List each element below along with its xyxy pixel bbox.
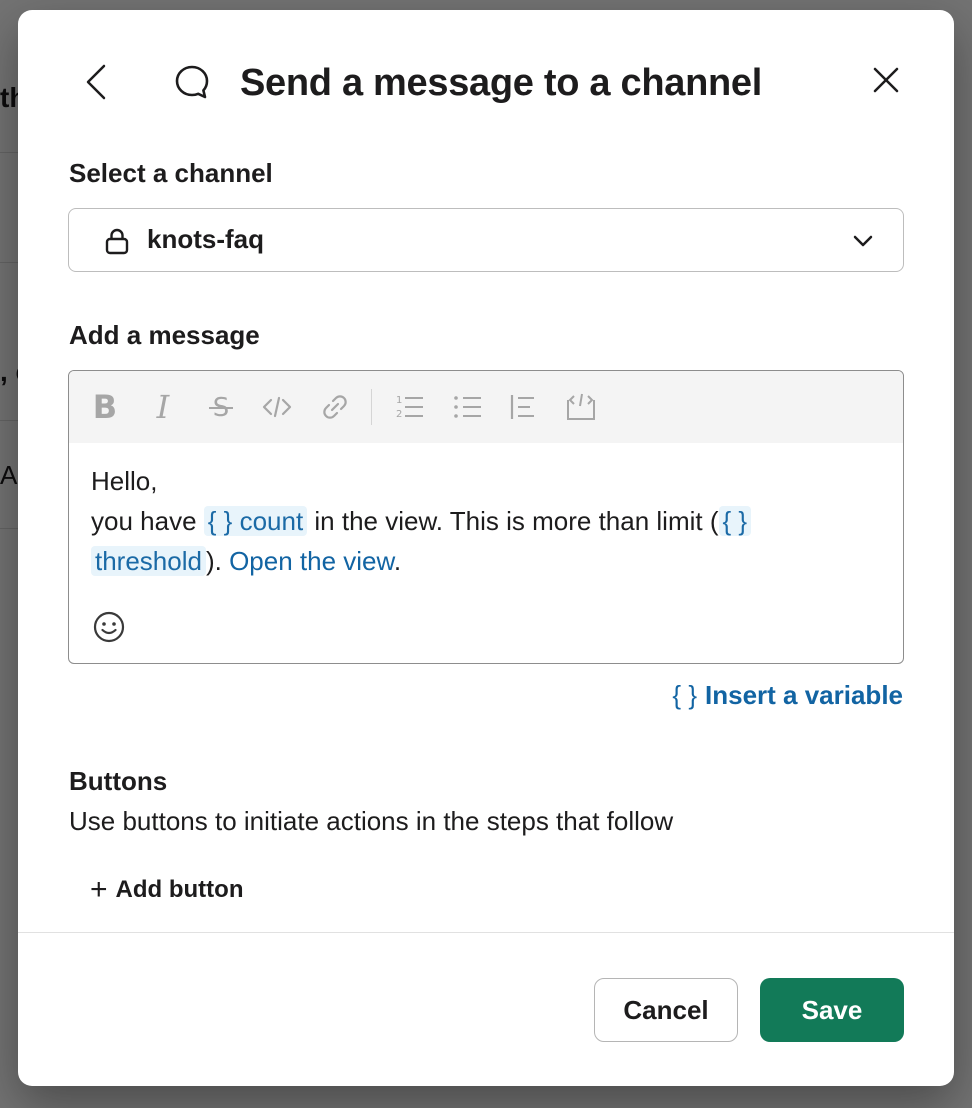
chevron-down-icon [853, 235, 873, 247]
chevron-left-icon [86, 64, 106, 100]
modal-title: Send a message to a channel [240, 62, 762, 104]
channel-select[interactable]: knots-faq [68, 208, 904, 272]
plus-icon: + [90, 873, 108, 906]
message-text: ). [205, 546, 230, 576]
add-button-label: Add button [115, 876, 244, 903]
modal-header: Send a message to a channel [18, 10, 954, 160]
lock-icon [105, 228, 129, 255]
message-text: . [393, 546, 402, 576]
blockquote-icon[interactable] [505, 389, 541, 425]
open-view-link[interactable]: Open the view [229, 546, 394, 576]
back-button[interactable] [76, 60, 116, 104]
svg-text:2: 2 [396, 409, 402, 420]
add-button[interactable]: + Add button [90, 873, 244, 906]
code-icon[interactable] [259, 389, 295, 425]
insert-variable-button[interactable]: { } Insert a variable [672, 680, 903, 711]
close-button[interactable] [864, 58, 908, 102]
message-bubble-icon [172, 62, 212, 102]
bold-icon[interactable]: B [87, 388, 123, 426]
formatting-toolbar: B I S 12 [69, 371, 903, 443]
link-icon[interactable] [317, 389, 353, 425]
variable-count-chip[interactable]: { } count [203, 506, 308, 536]
emoji-button[interactable] [91, 609, 127, 645]
cancel-button[interactable]: Cancel [594, 978, 738, 1042]
insert-variable-label: Insert a variable [705, 680, 903, 710]
buttons-section-title: Buttons [69, 766, 168, 796]
message-body[interactable]: Hello, you have { } count in the view. T… [91, 461, 891, 581]
message-label: Add a message [69, 320, 260, 350]
strikethrough-icon[interactable]: S [203, 389, 239, 425]
ordered-list-icon[interactable]: 12 [391, 389, 427, 425]
message-greeting: Hello, [91, 466, 158, 496]
buttons-section-description: Use buttons to initiate actions in the s… [69, 806, 674, 836]
channel-label: Select a channel [69, 158, 273, 188]
italic-icon[interactable]: I [145, 388, 181, 426]
send-message-modal: Send a message to a channel Select a cha… [18, 10, 954, 1086]
smiley-icon [93, 611, 125, 643]
save-button[interactable]: Save [760, 978, 904, 1042]
message-line: threshold). Open the view. [91, 541, 891, 581]
toolbar-divider [371, 389, 372, 425]
svg-text:1: 1 [396, 395, 402, 406]
close-icon [873, 67, 899, 93]
bullet-list-icon[interactable] [449, 389, 485, 425]
variable-threshold-chip-name[interactable]: threshold [91, 546, 206, 576]
variable-braces-icon: { } [672, 680, 697, 710]
message-text: you have [91, 506, 204, 536]
footer-divider [18, 932, 954, 933]
channel-select-value: knots-faq [147, 224, 264, 254]
message-line: you have { } count in the view. This is … [91, 501, 891, 541]
variable-threshold-chip[interactable]: { } [718, 506, 752, 536]
message-editor[interactable]: B I S 12 Hello, you have {} count in th… [68, 370, 904, 664]
code-block-icon[interactable] [563, 389, 599, 425]
message-text: in the view. This is more than limit ( [307, 506, 719, 536]
